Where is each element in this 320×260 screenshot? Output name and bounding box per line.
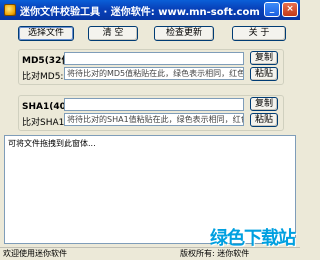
check-update-button[interactable]: 检查更新 xyxy=(154,26,214,41)
md5-compare-field[interactable]: 将待比对的MD5值粘贴在此，绿色表示相同，红色表示不同 xyxy=(64,67,244,80)
drop-area-hint: 可将文件拖拽到此窗体... xyxy=(8,139,96,148)
minimize-button[interactable]: _ xyxy=(264,2,280,17)
window-controls: _ × xyxy=(264,2,298,17)
status-bar: 欢迎使用迷你软件 版权所有: 迷你软件 xyxy=(0,247,300,260)
title-bar[interactable]: 迷你文件校验工具 · 迷你软件: www.mn-soft.com _ × xyxy=(0,0,300,20)
sha1-paste-button[interactable]: 粘贴 xyxy=(250,113,278,127)
about-button[interactable]: 关 于 xyxy=(232,26,286,41)
choose-file-button[interactable]: 选择文件 xyxy=(18,26,74,41)
app-window: 迷你文件校验工具 · 迷你软件: www.mn-soft.com _ × 选择文… xyxy=(0,0,300,260)
md5-output-field[interactable] xyxy=(64,52,244,65)
md5-compare-label: 比对MD5: xyxy=(22,72,64,82)
md5-paste-button[interactable]: 粘贴 xyxy=(250,67,278,81)
md5-copy-button[interactable]: 复制 xyxy=(250,51,278,65)
app-icon xyxy=(4,4,16,16)
sha1-copy-button[interactable]: 复制 xyxy=(250,97,278,111)
clear-button[interactable]: 清 空 xyxy=(88,26,138,41)
sha1-compare-field[interactable]: 将待比对的SHA1值粘贴在此，绿色表示相同，红色表示不同 xyxy=(64,113,244,126)
status-welcome: 欢迎使用迷你软件 xyxy=(3,249,67,258)
close-button[interactable]: × xyxy=(282,2,298,17)
sha1-compare-label: 比对SHA1: xyxy=(22,118,68,128)
window-title: 迷你文件校验工具 · 迷你软件: www.mn-soft.com xyxy=(20,6,260,18)
status-copyright: 版权所有: 迷你软件 xyxy=(180,249,250,258)
sha1-output-field[interactable] xyxy=(64,98,244,111)
